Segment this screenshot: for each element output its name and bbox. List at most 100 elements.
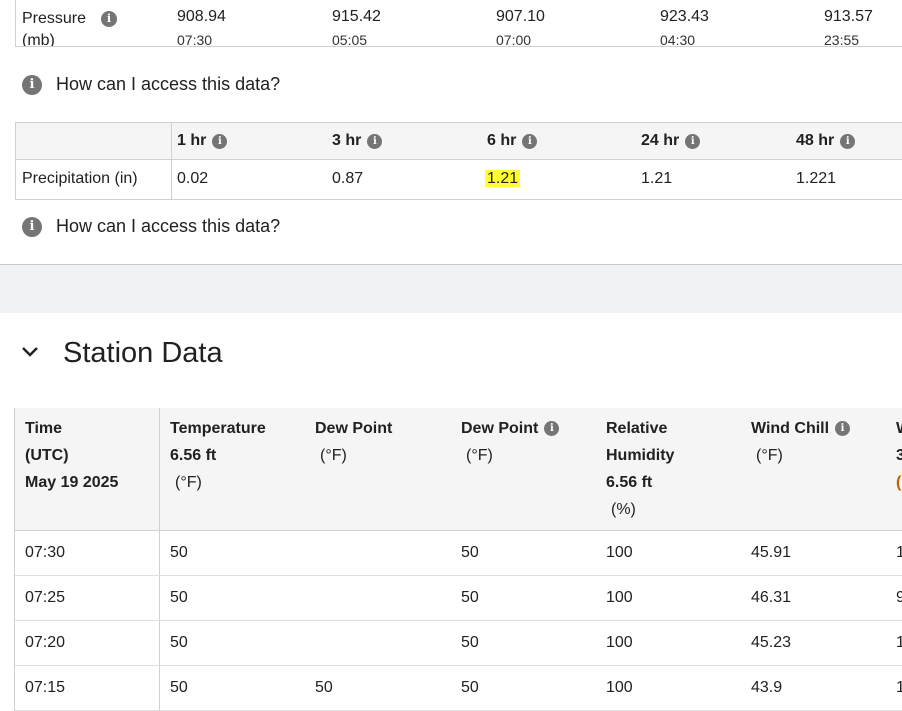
info-icon[interactable]: i	[522, 133, 538, 149]
table-row: 07:20 50 50 100 45.23 1	[15, 621, 902, 666]
cell-partial: 9	[896, 589, 902, 607]
info-icon: i	[22, 216, 42, 237]
info-icon[interactable]: i	[840, 133, 856, 149]
precip-value: 1.21	[641, 170, 673, 187]
cell-humidity: 100	[606, 589, 633, 606]
cell-partial: 1	[896, 679, 902, 697]
header-unit: (°F)	[320, 447, 347, 464]
cell-temperature: 50	[170, 589, 188, 606]
table-row: 07:15 50 50 50 100 43.9 1	[15, 666, 902, 711]
header-line: 3	[896, 442, 902, 469]
precip-header-label: 48 hr	[796, 132, 835, 149]
table-row: 07:30 50 50 100 45.91 1	[15, 531, 902, 576]
pressure-cell: 908.94 07:30	[177, 8, 226, 47]
pressure-table: Pressure (mb) i 908.94 07:30 915.42 05:0…	[15, 0, 902, 47]
section-divider	[0, 264, 902, 313]
cell-time: 07:25	[25, 589, 66, 606]
header-line: Dew Point	[461, 420, 539, 437]
precip-header-label: 1 hr	[177, 132, 207, 149]
section-title[interactable]: Station Data	[63, 337, 223, 370]
info-icon[interactable]: i	[367, 133, 383, 149]
pressure-value: 923.43	[660, 8, 709, 25]
cell-temperature: 50	[170, 679, 188, 696]
cell-wind-chill: 45.91	[751, 544, 792, 561]
cell-time: 07:30	[25, 544, 66, 561]
header-unit: (°F)	[466, 447, 493, 464]
header-line-wrap: Wind Chill i	[751, 415, 851, 442]
pressure-time: 23:55	[824, 32, 860, 47]
header-unit: (°F)	[175, 474, 202, 491]
precip-header-label: 6 hr	[487, 132, 517, 149]
precip-header-1hr: 1 hr i	[177, 132, 228, 150]
header-line: (UTC)	[25, 447, 69, 464]
precip-header-24hr: 24 hr i	[641, 132, 701, 150]
info-icon[interactable]: i	[212, 133, 228, 149]
header-line: 6.56 ft	[170, 447, 217, 464]
access-data-link-precipitation[interactable]: i How can I access this data?	[22, 216, 280, 237]
precip-value: 1.221	[796, 170, 837, 187]
header-line: Humidity	[606, 447, 675, 464]
cell-time: 07:15	[25, 679, 66, 696]
cell-time: 07:20	[25, 634, 66, 651]
pressure-cell: 907.10 07:00	[496, 8, 545, 47]
pressure-value: 915.42	[332, 8, 381, 25]
pressure-label-text: Pressure (mb)	[22, 10, 87, 47]
pressure-time: 07:30	[177, 32, 213, 47]
header-line: Wind Chill	[751, 420, 830, 437]
access-data-link-pressure[interactable]: i How can I access this data?	[22, 74, 280, 95]
column-header-dew-point-2[interactable]: Dew Point i (°F)	[461, 415, 560, 469]
column-header-temperature[interactable]: Temperature 6.56 ft (°F)	[170, 415, 266, 496]
pressure-cell: 923.43 04:30	[660, 8, 709, 47]
column-header-dew-point[interactable]: Dew Point (°F)	[315, 415, 392, 469]
table-row: 07:25 50 50 100 46.31 9	[15, 576, 902, 621]
pressure-label: Pressure (mb)	[22, 8, 98, 47]
column-header-wind-chill[interactable]: Wind Chill i (°F)	[751, 415, 851, 469]
precip-header-label: 3 hr	[332, 132, 362, 149]
header-line: W	[896, 415, 902, 442]
precip-header-3hr: 3 hr i	[332, 132, 383, 150]
cell-dew-point: 50	[315, 679, 333, 696]
precipitation-row-label: Precipitation (in)	[22, 170, 138, 187]
access-data-label: How can I access this data?	[56, 216, 281, 236]
header-line: 6.56 ft	[606, 474, 653, 491]
access-data-label: How can I access this data?	[56, 74, 281, 94]
header-line: Relative	[606, 420, 668, 437]
precipitation-table: 1 hr i 3 hr i 6 hr i 24 hr i 48 hr i Pre…	[15, 122, 902, 200]
cell-humidity: 100	[606, 679, 633, 696]
info-icon[interactable]: i	[685, 133, 701, 149]
pressure-value: 908.94	[177, 8, 226, 25]
cell-partial: 1	[896, 544, 902, 562]
pressure-time: 07:00	[496, 32, 532, 47]
column-header-partial[interactable]: W 3 (	[896, 415, 902, 496]
pressure-cell: 913.57 23:55	[824, 8, 873, 47]
highlighted-value: 1.21	[485, 170, 521, 187]
precip-value: 0.02	[177, 170, 209, 187]
header-line: Time	[25, 420, 63, 437]
chevron-down-icon[interactable]	[20, 342, 40, 362]
cell-wind-chill: 43.9	[751, 679, 783, 696]
cell-humidity: 100	[606, 634, 633, 651]
precip-value-highlighted: 1.21	[485, 170, 521, 188]
column-header-time[interactable]: Time (UTC) May 19 2025	[25, 415, 118, 496]
cell-humidity: 100	[606, 544, 633, 561]
precip-value: 0.87	[332, 170, 364, 187]
cell-dew-point-2: 50	[461, 634, 479, 651]
header-line: (	[896, 474, 902, 491]
cell-temperature: 50	[170, 544, 188, 561]
pressure-time: 04:30	[660, 32, 696, 47]
pressure-cell: 915.42 05:05	[332, 8, 381, 46]
cell-dew-point-2: 50	[461, 544, 479, 561]
precip-header-6hr: 6 hr i	[487, 132, 538, 150]
header-line: Temperature	[170, 420, 266, 437]
header-line: Dew Point	[315, 420, 393, 437]
pressure-info-icon[interactable]: i	[101, 11, 117, 27]
column-header-relative-humidity[interactable]: Relative Humidity 6.56 ft (%)	[606, 415, 674, 523]
header-unit: (%)	[611, 501, 636, 518]
info-icon[interactable]: i	[835, 421, 851, 436]
header-line: May 19 2025	[25, 474, 119, 491]
info-icon[interactable]: i	[544, 421, 560, 436]
cell-temperature: 50	[170, 634, 188, 651]
header-line-wrap: Dew Point i	[461, 415, 560, 442]
precip-header-label: 24 hr	[641, 132, 680, 149]
pressure-value: 907.10	[496, 8, 545, 25]
